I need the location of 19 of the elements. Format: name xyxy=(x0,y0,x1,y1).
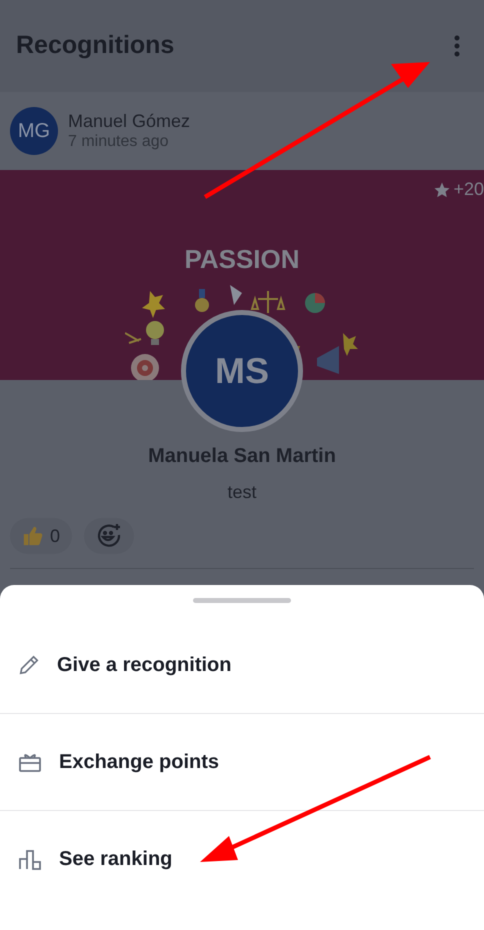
ranking-icon xyxy=(18,848,42,870)
menu-item[interactable]: Give a recognition xyxy=(0,617,484,713)
author-avatar: MG xyxy=(10,107,58,155)
star-icon xyxy=(433,180,452,198)
menu-item[interactable]: Exchange points xyxy=(0,714,484,810)
recipient-name: Manuela San Martin xyxy=(148,444,336,469)
recognition-message: test xyxy=(227,481,256,504)
points-label: +20 xyxy=(453,178,484,201)
drag-handle[interactable] xyxy=(193,598,291,603)
gift-box-icon xyxy=(18,751,42,773)
page-title: Recognitions xyxy=(16,30,174,62)
pencil-icon xyxy=(18,654,40,676)
thumbs-up-icon xyxy=(22,525,44,547)
add-emoji-icon xyxy=(96,523,122,549)
more-options-icon[interactable] xyxy=(454,35,460,57)
author-name: Manuel Gómez xyxy=(68,110,190,132)
add-reaction-button[interactable] xyxy=(84,518,134,554)
menu-item[interactable]: See ranking xyxy=(0,811,484,907)
value-title: PASSION xyxy=(184,243,300,276)
